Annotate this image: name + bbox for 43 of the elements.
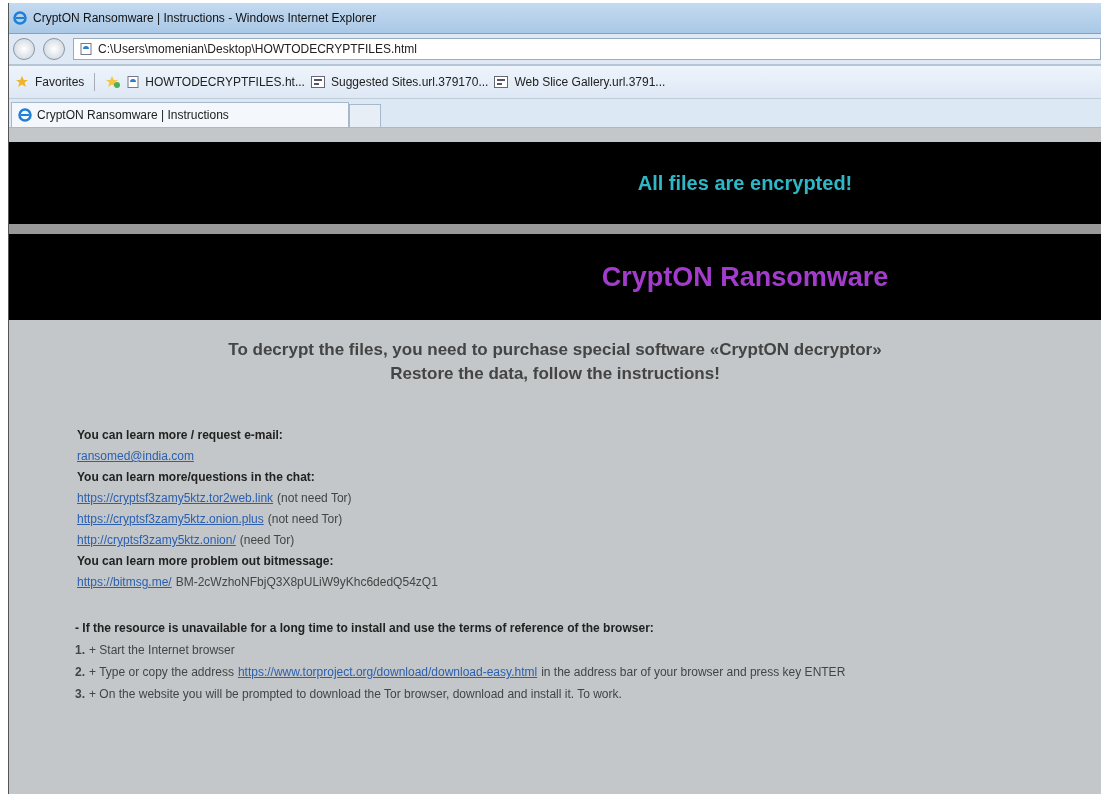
section-label: You can learn more/questions in the chat:: [77, 470, 315, 484]
link-note: (not need Tor): [277, 491, 352, 505]
instructions-heading: - If the resource is unavailable for a long time to install and use the terms of reference of the browser:: [75, 621, 654, 635]
page-icon: [127, 76, 140, 88]
forward-button[interactable]: [43, 38, 65, 60]
browser-icon: [18, 108, 32, 122]
star-icon: [15, 75, 29, 89]
link-note: BM-2cWzhoNFbjQ3X8pULiW9yKhc6dedQ54zQ1: [175, 575, 438, 589]
address-field[interactable]: C:\Users\momenian\Desktop\HOWTODECRYPTFILES.html: [73, 38, 1101, 60]
contact-link[interactable]: https://bitmsg.me/: [77, 575, 172, 589]
back-button[interactable]: [13, 38, 35, 60]
contact-link[interactable]: http://cryptsf3zamy5ktz.onion/: [77, 533, 236, 547]
download-link[interactable]: https://www.torproject.org/download/download-easy.html: [237, 665, 538, 679]
shortcut-icon: [494, 76, 509, 88]
brand-heading: CryptON Ransomware: [601, 261, 889, 293]
browser-icon: [13, 11, 27, 25]
step-number: 3.: [75, 687, 85, 701]
favorite-link[interactable]: Suggested Sites.url.379170...: [330, 75, 489, 89]
link-note: (not need Tor): [267, 512, 343, 526]
link-note: (need Tor): [239, 533, 295, 547]
headline: Restore the data, follow the instructions!: [390, 364, 720, 384]
browser-tab[interactable]: CryptON Ransomware | Instructions: [11, 102, 349, 127]
shortcut-icon: [310, 76, 325, 88]
headline: To decrypt the files, you need to purchase special software «CryptON decryptor»: [228, 340, 882, 360]
favorite-link[interactable]: HOWTODECRYPTFILES.ht...: [145, 75, 305, 89]
page-icon: [80, 43, 92, 55]
section-label: You can learn more problem out bitmessage:: [77, 554, 334, 568]
step-number: 2.: [75, 665, 85, 679]
step-text: + Type or copy the address: [89, 665, 234, 679]
contact-link[interactable]: https://cryptsf3zamy5ktz.tor2web.link: [77, 491, 274, 505]
favorite-link[interactable]: Web Slice Gallery.url.3791...: [514, 75, 666, 89]
contact-link[interactable]: https://cryptsf3zamy5ktz.onion.plus: [77, 512, 264, 526]
step-text: + Start the Internet browser: [89, 643, 235, 657]
window-title: CryptON Ransomware | Instructions - Windows Internet Explorer: [33, 11, 377, 25]
favorites-button[interactable]: Favorites: [35, 75, 85, 89]
step-text: + On the website you will be prompted to download the Tor browser, download and install it. To work.: [89, 687, 622, 701]
contact-link[interactable]: ransomed@india.com: [77, 449, 194, 463]
add-favorite-icon[interactable]: [105, 75, 122, 89]
step-text: in the address bar of your browser and press key ENTER: [541, 665, 846, 679]
banner-heading: All files are encrypted!: [637, 171, 853, 195]
step-number: 1.: [75, 643, 85, 657]
new-tab-button[interactable]: [349, 104, 381, 127]
section-label: You can learn more / request e-mail:: [77, 428, 283, 442]
